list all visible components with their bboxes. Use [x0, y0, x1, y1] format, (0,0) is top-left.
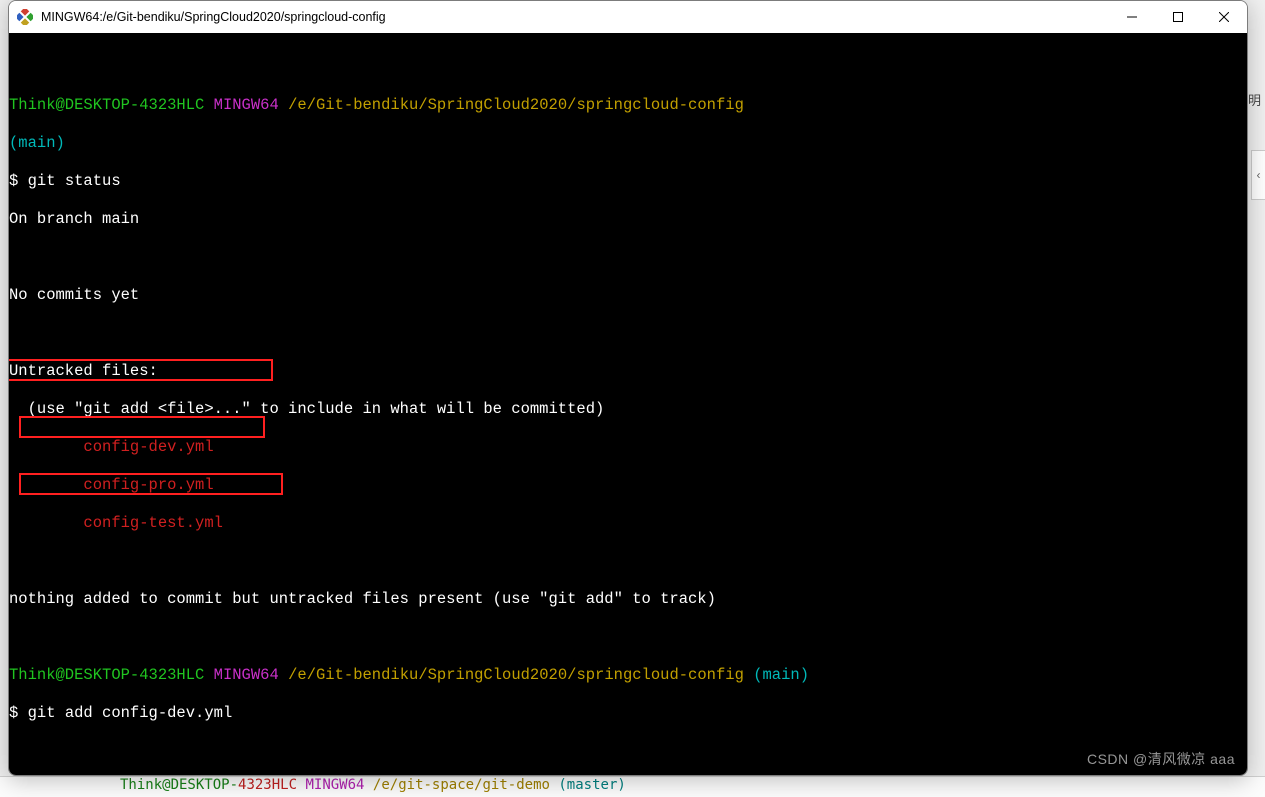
window-controls [1109, 1, 1247, 33]
highlight-box-2 [19, 416, 265, 438]
window-title: MINGW64:/e/Git-bendiku/SpringCloud2020/s… [41, 10, 1109, 24]
background-lower-prompt: Think@DESKTOP-4323HLC MINGW64 /e/git-spa… [0, 776, 1265, 797]
status-nothing-added: nothing added to commit but untracked fi… [9, 590, 1247, 609]
prompt-branch: (main) [9, 134, 65, 152]
prompt-path: /e/Git-bendiku/SpringCloud2020/springclo… [288, 96, 744, 114]
terminal-window: MINGW64:/e/Git-bendiku/SpringCloud2020/s… [8, 0, 1248, 776]
status-no-commits: No commits yet [9, 286, 1247, 305]
prompt-sys: MINGW64 [214, 666, 279, 684]
terminal-body[interactable]: Think@DESKTOP-4323HLC MINGW64 /e/Git-ben… [9, 33, 1247, 775]
cmd-git-status: git status [28, 172, 121, 190]
window-titlebar[interactable]: MINGW64:/e/Git-bendiku/SpringCloud2020/s… [9, 1, 1247, 33]
untracked-file: config-dev.yml [9, 438, 1247, 457]
git-bash-icon [17, 9, 33, 25]
maximize-button[interactable] [1155, 1, 1201, 33]
status-on-branch: On branch main [9, 210, 1247, 229]
prompt-branch: (main) [753, 666, 809, 684]
prompt-dollar: $ [9, 172, 28, 190]
background-fragment-text: 明 [1248, 90, 1261, 109]
status-untracked-hint: (use "git add <file>..." to include in w… [9, 400, 1247, 419]
prompt-user: Think@DESKTOP-4323HLC [9, 96, 204, 114]
prompt-path: /e/Git-bendiku/SpringCloud2020/springclo… [288, 666, 744, 684]
prompt-user: Think@DESKTOP-4323HLC [9, 666, 204, 684]
untracked-file: config-pro.yml [9, 476, 1247, 495]
untracked-file: config-test.yml [9, 514, 1247, 533]
cmd-git-add-dev: git add config-dev.yml [28, 704, 233, 722]
status-untracked-header: Untracked files: [9, 362, 1247, 381]
csdn-watermark: CSDN @清风微凉 aaa [1087, 750, 1235, 769]
side-tab-arrow[interactable]: ‹ [1251, 150, 1265, 200]
close-button[interactable] [1201, 1, 1247, 33]
minimize-button[interactable] [1109, 1, 1155, 33]
prompt-sys: MINGW64 [214, 96, 279, 114]
